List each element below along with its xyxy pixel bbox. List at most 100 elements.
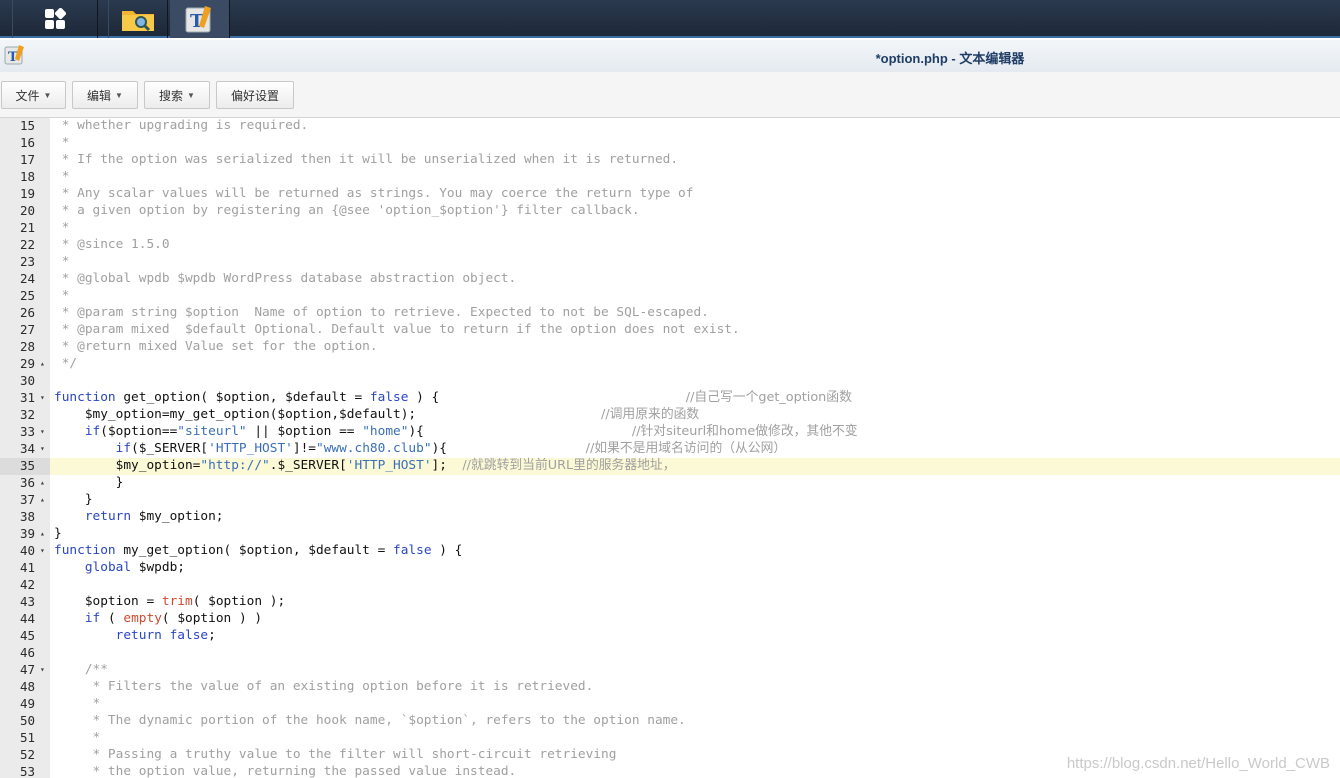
code-token: || $option == <box>246 424 363 439</box>
watermark-text: https://blog.csdn.net/Hello_World_CWB <box>1066 755 1330 772</box>
window-titlebar: T *option.php - 文本编辑器 <box>0 40 1340 72</box>
line-number: 16 <box>20 135 36 150</box>
code-line[interactable]: 30 <box>0 373 1340 390</box>
chevron-down-icon: ▼ <box>187 90 195 100</box>
code-token: false <box>369 390 409 405</box>
code-line[interactable]: 19 * Any scalar values will be returned … <box>0 186 1340 203</box>
code-token: ]; <box>431 458 463 473</box>
code-text: $option = trim( $option ); <box>54 594 285 609</box>
code-line[interactable]: 38 return $my_option; <box>0 509 1340 526</box>
code-editor[interactable]: 15 * whether upgrading is required. 16 * 1… <box>0 118 1340 778</box>
search-menu-button[interactable]: 搜索 ▼ <box>144 81 210 109</box>
fold-end-icon[interactable]: ▴ <box>40 356 45 371</box>
code-line[interactable]: 31 ▾ function get_option( $option, $defaul… <box>0 390 1340 407</box>
code-line[interactable]: 42 <box>0 577 1340 594</box>
code-line[interactable]: 20 * a given option by registering an {@… <box>0 203 1340 220</box>
fold-expanded-icon[interactable]: ▾ <box>40 390 45 405</box>
preferences-button[interactable]: 偏好设置 <box>216 81 294 109</box>
line-number: 45 <box>20 628 36 643</box>
code-line[interactable]: 29 ▴ */ <box>0 356 1340 373</box>
line-number: 15 <box>20 118 36 133</box>
code-text: * @global wpdb $wpdb WordPress database … <box>54 271 517 286</box>
code-text: * @return mixed Value set for the option… <box>54 339 378 354</box>
code-token: "siteurl" <box>177 424 247 439</box>
code-line[interactable]: 26 * @param string $option Name of optio… <box>0 305 1340 322</box>
code-line[interactable]: 36 ▴ } <box>0 475 1340 492</box>
code-line[interactable]: 21 * <box>0 220 1340 237</box>
code-line[interactable]: 43 $option = trim( $option ); <box>0 594 1340 611</box>
apps-grid-button[interactable] <box>12 0 98 38</box>
line-number: 26 <box>20 305 36 320</box>
code-line[interactable]: 33 ▾ if($option=="siteurl" || $option == … <box>0 424 1340 441</box>
code-token: ( <box>100 611 124 626</box>
code-token: $my_option=my_get_option($option,$defaul… <box>54 407 602 422</box>
code-line[interactable]: 46 <box>0 645 1340 662</box>
code-line[interactable]: 39 ▴} <box>0 526 1340 543</box>
code-text: if($_SERVER['HTTP_HOST']!="www.ch80.club… <box>54 441 787 456</box>
code-token: * Any scalar values will be returned as … <box>54 186 694 201</box>
code-line[interactable]: 44 if ( empty( $option ) ) <box>0 611 1340 628</box>
code-token: if <box>115 441 132 456</box>
code-token: //如果不是用域名访问的（从公网） <box>585 441 787 456</box>
code-text: $my_option="http://".$_SERVER['HTTP_HOST… <box>54 458 676 473</box>
code-line[interactable]: 49 * <box>0 696 1340 713</box>
code-line[interactable]: 16 * <box>0 135 1340 152</box>
code-line[interactable]: 25 * <box>0 288 1340 305</box>
code-line[interactable]: 47 ▾ /** <box>0 662 1340 679</box>
code-token: 'HTTP_HOST' <box>208 441 293 456</box>
code-line[interactable]: 35 $my_option="http://".$_SERVER['HTTP_H… <box>0 458 1340 475</box>
code-text: return $my_option; <box>54 509 224 524</box>
code-line[interactable]: 27 * @param mixed $default Optional. Def… <box>0 322 1340 339</box>
code-line[interactable]: 32 $my_option=my_get_option($option,$def… <box>0 407 1340 424</box>
chevron-down-icon: ▼ <box>115 90 123 100</box>
code-text: return false; <box>54 628 216 643</box>
code-line[interactable]: 40 ▾ function my_get_option( $option, $def… <box>0 543 1340 560</box>
fold-end-icon[interactable]: ▴ <box>40 475 45 490</box>
fold-expanded-icon[interactable]: ▾ <box>40 662 45 677</box>
code-line[interactable]: 17 * If the option was serialized then i… <box>0 152 1340 169</box>
code-text: $my_option=my_get_option($option,$defaul… <box>54 407 699 422</box>
code-token: if <box>84 611 101 626</box>
code-token: ) { <box>431 543 463 558</box>
code-line[interactable]: 22 * @since 1.5.0 <box>0 237 1340 254</box>
code-text: * <box>54 254 70 269</box>
edit-menu-button[interactable]: 编辑 ▼ <box>72 81 138 109</box>
code-line[interactable]: 45 return false; <box>0 628 1340 645</box>
line-number: 25 <box>20 288 36 303</box>
text-editor-button[interactable]: T <box>170 0 230 38</box>
file-menu-button[interactable]: 文件 ▼ <box>1 81 66 109</box>
code-token: if <box>84 424 101 439</box>
code-line[interactable]: 23 * <box>0 254 1340 271</box>
code-text: * @since 1.5.0 <box>54 237 170 252</box>
code-token: ( $option ); <box>192 594 286 609</box>
code-line[interactable]: 37 ▴ } <box>0 492 1340 509</box>
preferences-label: 偏好设置 <box>230 88 279 103</box>
line-number: 51 <box>20 730 36 745</box>
code-line[interactable]: 41 global $wpdb; <box>0 560 1340 577</box>
code-line[interactable]: 24 * @global wpdb $wpdb WordPress databa… <box>0 271 1340 288</box>
code-line[interactable]: 51 * <box>0 730 1340 747</box>
code-token: * Filters the value of an existing optio… <box>54 679 594 694</box>
code-line[interactable]: 48 * Filters the value of an existing op… <box>0 679 1340 696</box>
code-line[interactable]: 34 ▾ if($_SERVER['HTTP_HOST']!="www.ch80.… <box>0 441 1340 458</box>
fold-expanded-icon[interactable]: ▾ <box>40 543 45 558</box>
code-token: */ <box>54 356 78 371</box>
code-line[interactable]: 28 * @return mixed Value set for the opt… <box>0 339 1340 356</box>
fold-expanded-icon[interactable]: ▾ <box>40 441 45 456</box>
code-line[interactable]: 50 * The dynamic portion of the hook nam… <box>0 713 1340 730</box>
fold-end-icon[interactable]: ▴ <box>40 492 45 507</box>
code-token: ){ <box>431 441 586 456</box>
code-line[interactable]: 15 * whether upgrading is required. <box>0 118 1340 135</box>
fold-expanded-icon[interactable]: ▾ <box>40 424 45 439</box>
file-station-button[interactable] <box>108 0 168 38</box>
fold-end-icon[interactable]: ▴ <box>40 526 45 541</box>
code-line[interactable]: 18 * <box>0 169 1340 186</box>
line-number: 48 <box>20 679 36 694</box>
code-token: ]!= <box>292 441 316 456</box>
code-text: * <box>54 135 70 150</box>
text-editor-icon: T <box>185 6 211 33</box>
